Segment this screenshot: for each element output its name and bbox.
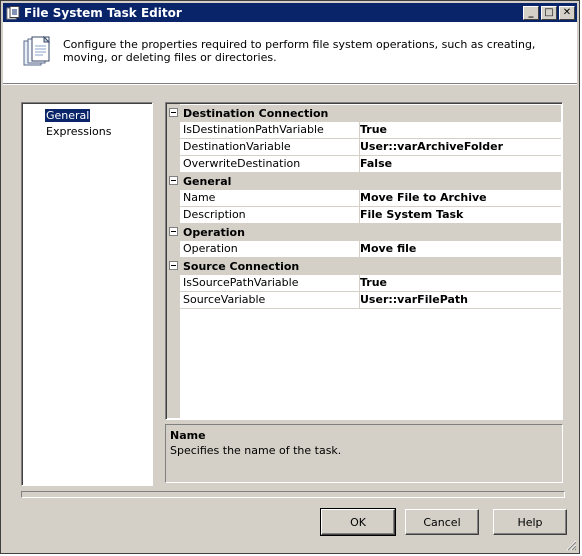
header-band: Configure the properties required to per… bbox=[3, 22, 577, 83]
collapse-icon[interactable] bbox=[169, 227, 178, 236]
files-stack-icon bbox=[23, 35, 53, 70]
help-button[interactable]: Help bbox=[493, 509, 567, 535]
property-row[interactable]: IsSourcePathVariable True bbox=[167, 275, 561, 292]
property-name[interactable]: Name bbox=[180, 190, 360, 207]
file-system-task-editor-window: File System Task Editor _ □ ✕ Configure … bbox=[0, 0, 580, 554]
window-title: File System Task Editor bbox=[24, 5, 182, 20]
property-row[interactable]: Operation Move file bbox=[167, 241, 561, 258]
property-value[interactable]: False bbox=[360, 156, 561, 173]
property-row[interactable]: Description File System Task bbox=[167, 207, 561, 224]
property-name[interactable]: SourceVariable bbox=[180, 292, 360, 309]
close-button[interactable]: ✕ bbox=[559, 5, 575, 20]
category-label: Source Connection bbox=[183, 260, 300, 273]
property-value[interactable]: Move file bbox=[360, 241, 561, 258]
property-row[interactable]: DestinationVariable User::varArchiveFold… bbox=[167, 139, 561, 156]
maximize-button[interactable]: □ bbox=[541, 5, 557, 20]
collapse-icon[interactable] bbox=[169, 176, 178, 185]
property-row[interactable]: Name Move File to Archive bbox=[167, 190, 561, 207]
header-divider bbox=[3, 83, 577, 85]
property-value[interactable]: User::varArchiveFolder bbox=[360, 139, 561, 156]
property-name[interactable]: IsSourcePathVariable bbox=[180, 275, 360, 292]
description-text: Specifies the name of the task. bbox=[170, 444, 342, 457]
property-name[interactable]: Description bbox=[180, 207, 360, 224]
property-grid[interactable]: Destination Connection IsDestinationPath… bbox=[165, 102, 563, 420]
category-label: Destination Connection bbox=[183, 107, 329, 120]
property-name[interactable]: Operation bbox=[180, 241, 360, 258]
property-name[interactable]: IsDestinationPathVariable bbox=[180, 122, 360, 139]
category-destination-connection[interactable]: Destination Connection bbox=[167, 105, 561, 122]
collapse-icon[interactable] bbox=[169, 261, 178, 270]
property-name[interactable]: OverwriteDestination bbox=[180, 156, 360, 173]
app-icon bbox=[6, 5, 20, 20]
page-navigation-list[interactable]: General Expressions bbox=[21, 102, 153, 486]
header-description: Configure the properties required to per… bbox=[63, 38, 536, 64]
footer-divider bbox=[21, 491, 565, 498]
category-label: Operation bbox=[183, 226, 245, 239]
property-description-panel: Name Specifies the name of the task. bbox=[165, 424, 563, 483]
resize-grip-icon[interactable] bbox=[565, 539, 577, 551]
property-value[interactable]: Move File to Archive bbox=[360, 190, 561, 207]
nav-item-general[interactable]: General bbox=[45, 109, 91, 122]
property-row[interactable]: IsDestinationPathVariable True bbox=[167, 122, 561, 139]
property-value[interactable]: True bbox=[360, 275, 561, 292]
window-controls: _ □ ✕ bbox=[523, 5, 575, 20]
category-operation[interactable]: Operation bbox=[167, 224, 561, 241]
minimize-button[interactable]: _ bbox=[523, 5, 539, 20]
title-bar[interactable]: File System Task Editor _ □ ✕ bbox=[3, 3, 577, 22]
property-row[interactable]: OverwriteDestination False bbox=[167, 156, 561, 173]
description-title: Name bbox=[170, 429, 206, 442]
property-name[interactable]: DestinationVariable bbox=[180, 139, 360, 156]
property-row[interactable]: SourceVariable User::varFilePath bbox=[167, 292, 561, 309]
category-general[interactable]: General bbox=[167, 173, 561, 190]
cancel-button[interactable]: Cancel bbox=[405, 509, 479, 535]
nav-item-expressions[interactable]: Expressions bbox=[45, 125, 112, 138]
category-label: General bbox=[183, 175, 232, 188]
category-source-connection[interactable]: Source Connection bbox=[167, 258, 561, 275]
ok-button[interactable]: OK bbox=[320, 508, 396, 536]
collapse-icon[interactable] bbox=[169, 108, 178, 117]
property-value[interactable]: File System Task bbox=[360, 207, 561, 224]
property-value[interactable]: User::varFilePath bbox=[360, 292, 561, 309]
property-value[interactable]: True bbox=[360, 122, 561, 139]
